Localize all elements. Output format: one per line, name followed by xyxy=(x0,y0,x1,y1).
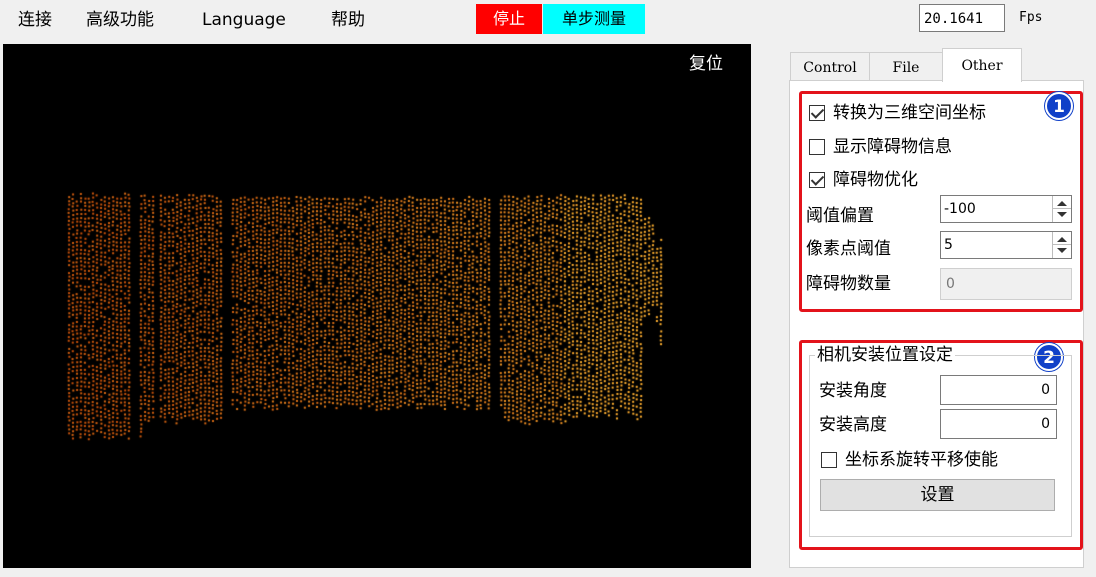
install-angle-input[interactable]: 0 xyxy=(940,375,1057,405)
camera-position-title: 相机安装位置设定 xyxy=(815,344,955,366)
stop-button[interactable]: 停止 xyxy=(476,4,542,34)
fps-label: Fps xyxy=(1019,10,1043,25)
pixel-threshold-value: 5 xyxy=(944,237,953,253)
menu-help[interactable]: 帮助 xyxy=(331,9,365,31)
reset-view-button[interactable]: 复位 xyxy=(689,49,723,74)
obstacle-optimize-checkbox[interactable] xyxy=(809,172,825,188)
install-height-input[interactable]: 0 xyxy=(940,409,1057,439)
enable-transform-checkbox[interactable] xyxy=(821,452,837,468)
spin-up-icon[interactable] xyxy=(1057,201,1067,206)
tab-control[interactable]: Control xyxy=(790,52,870,80)
enable-transform-label: 坐标系旋转平移使能 xyxy=(845,450,998,470)
obstacle-count-field: 0 xyxy=(940,268,1072,300)
threshold-offset-spinbox[interactable]: -100 xyxy=(940,195,1072,223)
threshold-offset-value: -100 xyxy=(944,201,976,217)
tab-file[interactable]: File xyxy=(869,52,943,80)
tab-other[interactable]: Other xyxy=(942,48,1022,82)
install-height-label: 安装高度 xyxy=(819,415,887,435)
point-cloud-canvas[interactable] xyxy=(3,44,751,568)
threshold-offset-stepper[interactable] xyxy=(1052,196,1071,222)
menu-bar: 连接 高级功能 Language 帮助 停止 单步测量 20.1641 Fps xyxy=(0,0,1096,40)
menu-advanced[interactable]: 高级功能 xyxy=(86,9,154,31)
show-obstacle-checkbox[interactable] xyxy=(809,139,825,155)
step-measure-button[interactable]: 单步测量 xyxy=(543,4,645,34)
install-angle-label: 安装角度 xyxy=(819,381,887,401)
spin-down-icon[interactable] xyxy=(1057,212,1067,217)
convert-3d-checkbox[interactable] xyxy=(809,105,825,121)
obstacle-count-label: 障碍物数量 xyxy=(806,274,891,294)
pixel-threshold-spinbox[interactable]: 5 xyxy=(940,231,1072,259)
threshold-offset-label: 阈值偏置 xyxy=(806,206,874,226)
show-obstacle-label: 显示障碍物信息 xyxy=(833,137,952,157)
set-button[interactable]: 设置 xyxy=(820,479,1055,511)
spin-down-icon[interactable] xyxy=(1057,248,1067,253)
spin-up-icon[interactable] xyxy=(1057,237,1067,242)
convert-3d-label: 转换为三维空间坐标 xyxy=(833,103,986,123)
menu-language[interactable]: Language xyxy=(202,9,286,31)
menu-connect[interactable]: 连接 xyxy=(18,9,52,31)
pixel-threshold-stepper[interactable] xyxy=(1052,232,1071,258)
point-cloud-viewer[interactable]: 复位 xyxy=(3,44,751,568)
pixel-threshold-label: 像素点阈值 xyxy=(806,239,891,259)
obstacle-optimize-label: 障碍物优化 xyxy=(833,170,918,190)
fps-display: 20.1641 xyxy=(919,4,1005,32)
badge-1: 1 xyxy=(1045,92,1073,120)
